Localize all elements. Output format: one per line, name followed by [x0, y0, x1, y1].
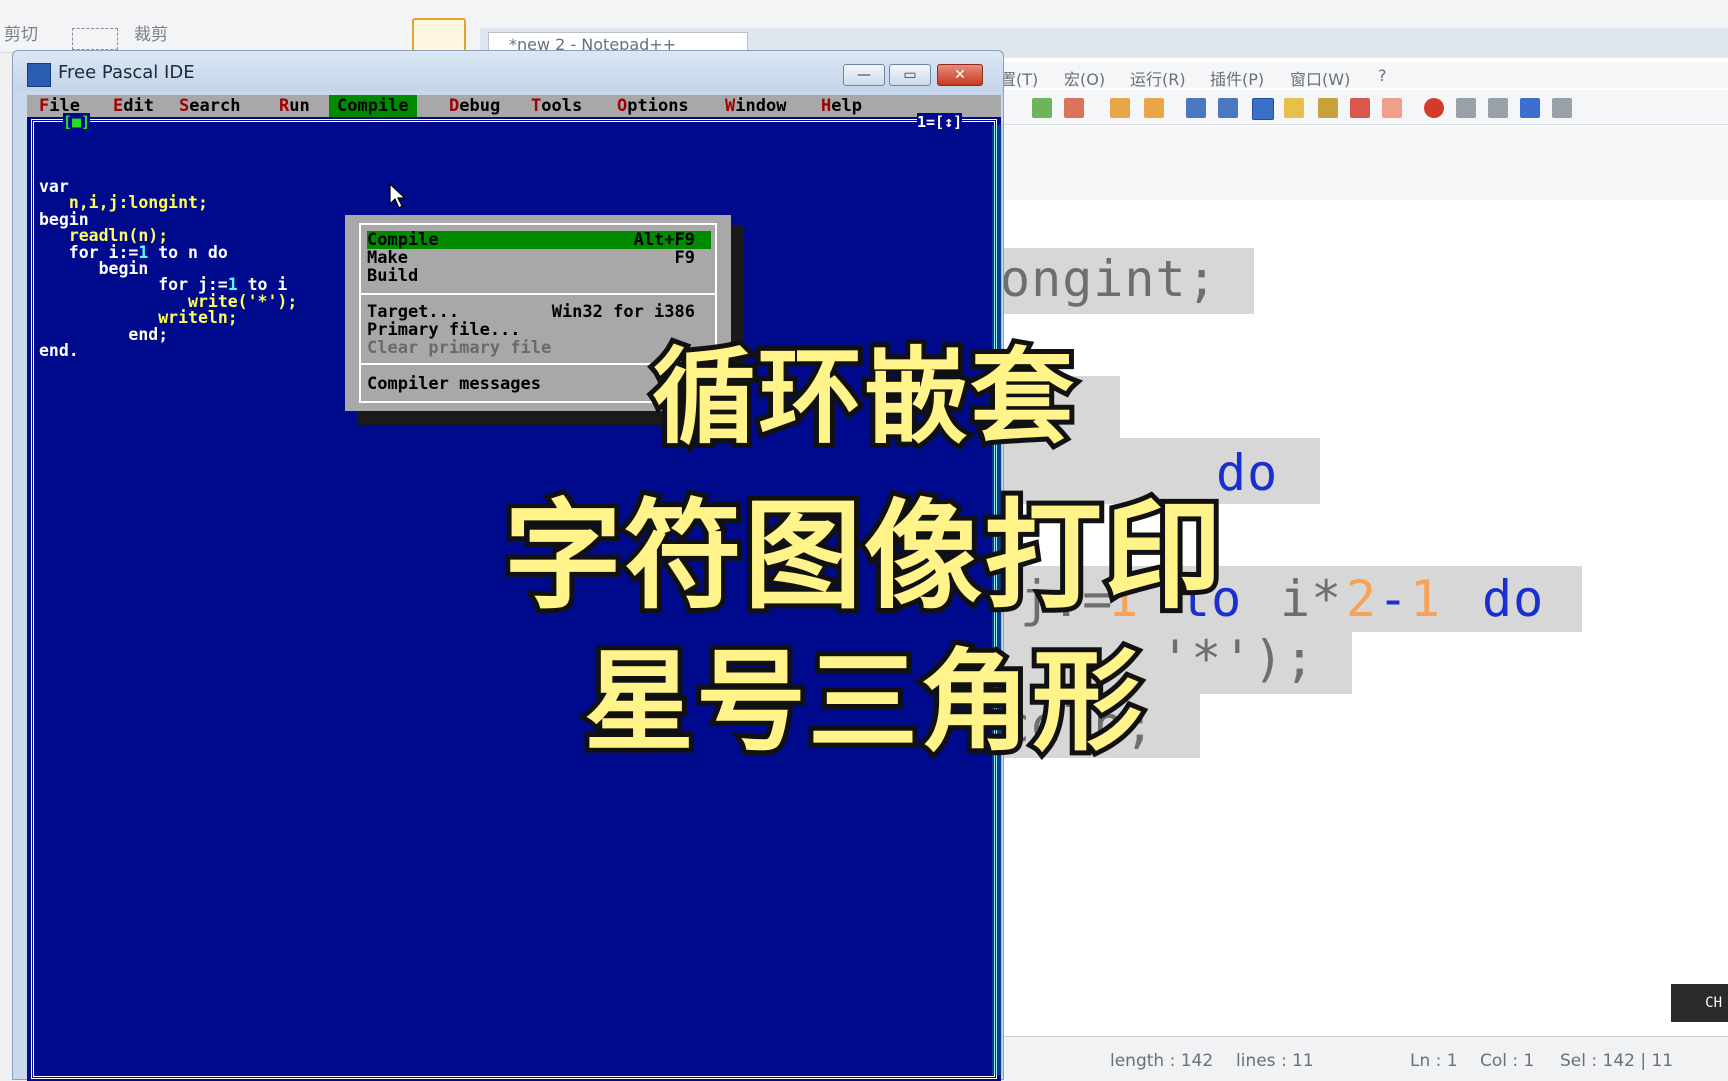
minimize-button[interactable]: — — [843, 64, 885, 86]
stop-macro-icon[interactable] — [1456, 98, 1476, 118]
menu-compile[interactable]: Compile — [329, 95, 417, 117]
menu-label: ptions — [627, 96, 689, 116]
menu-edit[interactable]: Edit — [113, 96, 154, 116]
cut-label[interactable]: 剪切 — [4, 20, 38, 45]
menu-window[interactable]: Window — [725, 96, 786, 116]
fp-titlebar[interactable]: Free Pascal IDE — ▭ ✕ — [13, 51, 1003, 91]
zoom-out-icon[interactable] — [1064, 98, 1084, 118]
menu-options[interactable]: Options — [617, 96, 689, 116]
indent-guide-icon[interactable] — [1252, 98, 1274, 120]
menuitem-build[interactable]: Build — [367, 267, 711, 285]
record-macro-icon[interactable] — [1424, 98, 1444, 118]
menuitem-make[interactable]: Make F9 — [367, 249, 711, 267]
show-all-chars-icon[interactable] — [1218, 98, 1238, 118]
free-pascal-app-icon — [27, 63, 51, 87]
zoom-in-icon[interactable] — [1032, 98, 1052, 118]
close-box[interactable]: [■] — [63, 113, 91, 131]
maximize-button[interactable]: ▭ — [889, 64, 931, 86]
ime-indicator[interactable]: CH — [1671, 984, 1728, 1022]
menu-label: elp — [831, 96, 862, 116]
menu-tools[interactable]: Tools — [531, 96, 582, 116]
menu-label: ebug — [459, 96, 501, 116]
sync-v-icon[interactable] — [1110, 98, 1130, 118]
menu-debug[interactable]: Debug — [449, 96, 500, 116]
menu-label: ools — [541, 96, 583, 116]
run-macro-multiple-icon[interactable] — [1520, 98, 1540, 118]
npp-menu-plugins[interactable]: 插件(P) — [1210, 66, 1264, 90]
save-macro-icon[interactable] — [1552, 98, 1572, 118]
menuitem-compile[interactable]: Compile Alt+F9 — [367, 231, 711, 249]
npp-menu-macro[interactable]: 宏(O) — [1064, 66, 1105, 90]
status-col: Col : 1 — [1480, 1051, 1535, 1071]
mouse-pointer-icon — [389, 183, 407, 209]
menu-search[interactable]: Search — [179, 96, 240, 116]
close-button[interactable]: ✕ — [937, 64, 983, 86]
npp-menu-help[interactable]: ? — [1378, 66, 1387, 85]
minimize-icon: — — [857, 67, 871, 83]
status-sel: Sel : 142 | 11 — [1560, 1051, 1674, 1071]
code-fragment: ongint; — [1000, 250, 1218, 308]
npp-menu-settings[interactable]: 置(T) — [1000, 66, 1038, 90]
menu-label: earch — [189, 96, 241, 116]
caption-line-1: 循环嵌套 — [647, 331, 1079, 463]
fp-menubar: File Edit Search Run Compile Debug Tools… — [27, 95, 1001, 117]
window-number-resize[interactable]: 1=[↕] — [917, 113, 963, 131]
menu-separator — [361, 293, 715, 295]
select-tool-icon[interactable] — [72, 28, 118, 50]
close-icon: ✕ — [954, 67, 966, 83]
menu-label: un — [289, 96, 310, 116]
maximize-icon: ▭ — [903, 67, 917, 83]
status-lines: lines : 11 — [1236, 1051, 1314, 1071]
folder-workspace-icon[interactable] — [1350, 98, 1370, 118]
function-list-icon[interactable] — [1318, 98, 1338, 118]
crop-label[interactable]: 裁剪 — [134, 20, 168, 45]
doc-map-icon[interactable] — [1284, 98, 1304, 118]
window-title: Free Pascal IDE — [58, 62, 195, 83]
menu-run[interactable]: Run — [279, 96, 310, 116]
sync-h-icon[interactable] — [1144, 98, 1164, 118]
wrap-icon[interactable] — [1186, 98, 1206, 118]
status-length: length : 142 — [1110, 1051, 1214, 1071]
npp-menu-window[interactable]: 窗口(W) — [1290, 66, 1350, 90]
menu-help[interactable]: Help — [821, 96, 862, 116]
npp-menu-run[interactable]: 运行(R) — [1130, 66, 1186, 90]
status-ln: Ln : 1 — [1410, 1051, 1458, 1071]
play-macro-icon[interactable] — [1488, 98, 1508, 118]
monitor-icon[interactable] — [1382, 98, 1402, 118]
menu-label: indow — [735, 96, 787, 116]
caption-line-2: 字符图像打印 — [499, 482, 1227, 630]
menu-label: dit — [123, 96, 154, 116]
caption-line-3: 星号三角形 — [579, 633, 1147, 771]
